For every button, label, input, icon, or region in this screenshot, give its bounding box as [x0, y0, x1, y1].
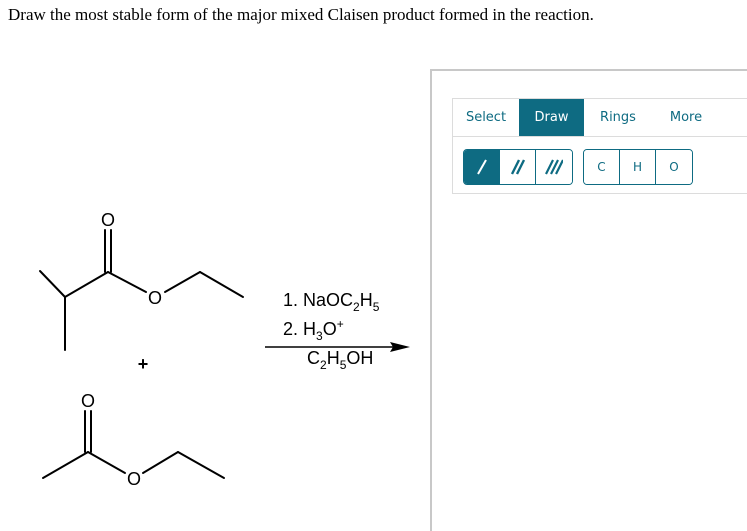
bond [164, 271, 201, 293]
plus-sign: + [138, 354, 149, 374]
reaction-scheme: O O + O O 1. NaOC2H5 2. H3O+ C2H5OH [39, 210, 410, 489]
single-bond-icon [476, 159, 487, 175]
editor-toolbar: Select Draw Rings More C H O [452, 98, 747, 194]
tab-more[interactable]: More [652, 99, 720, 136]
reactant-ethyl-isobutyrate [39, 229, 244, 351]
single-bond-button[interactable] [464, 150, 500, 184]
atom-H-button[interactable]: H [620, 150, 656, 184]
condition-step-1: 1. NaOC2H5 [283, 290, 380, 314]
atom-label-O-carbonyl-2: O [81, 391, 95, 411]
bond [199, 271, 244, 298]
bond [177, 451, 225, 479]
bond [64, 271, 109, 298]
bond [107, 271, 147, 293]
double-bond-button[interactable] [500, 150, 536, 184]
bond-tool-group [463, 149, 573, 185]
bond [142, 451, 179, 474]
double-bond-icon [510, 159, 525, 175]
bond [87, 451, 126, 474]
triple-bond-icon [545, 159, 563, 175]
triple-bond-button[interactable] [536, 150, 572, 184]
atom-O-button[interactable]: O [656, 150, 692, 184]
drawing-editor[interactable]: Select Draw Rings More C H O [430, 69, 747, 531]
tool-row: C H O [463, 149, 693, 185]
tab-select[interactable]: Select [453, 99, 519, 136]
editor-tabs: Select Draw Rings More [453, 99, 747, 137]
tab-draw[interactable]: Draw [519, 99, 584, 136]
tab-rings[interactable]: Rings [584, 99, 652, 136]
atom-label-O-ester-2: O [127, 469, 141, 489]
reactant-ethyl-acetate [42, 410, 225, 479]
bond [39, 270, 66, 298]
atom-label-O-carbonyl-1: O [101, 210, 115, 230]
atom-label-O-ester-1: O [148, 288, 162, 308]
bond [42, 451, 89, 479]
atom-tool-group: C H O [583, 149, 693, 185]
condition-solvent: C2H5OH [307, 348, 373, 372]
condition-step-2: 2. H3O+ [283, 317, 344, 343]
atom-C-button[interactable]: C [584, 150, 620, 184]
